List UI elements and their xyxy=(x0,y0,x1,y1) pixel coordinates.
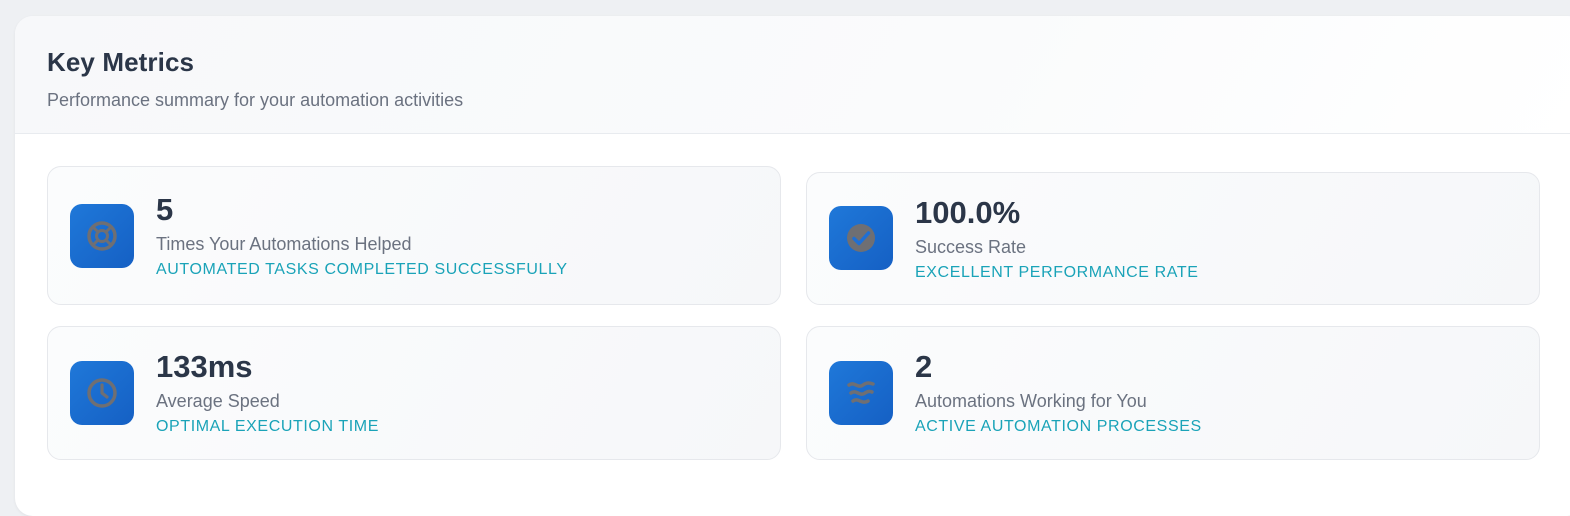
check-circle-icon xyxy=(829,206,893,270)
metric-label: Average Speed xyxy=(156,391,280,411)
clock-icon xyxy=(70,361,134,425)
metric-card-active-automations: 2 Automations Working for You ACTIVE AUT… xyxy=(806,326,1540,460)
metric-card-average-speed: 133ms Average Speed OPTIMAL EXECUTION TI… xyxy=(47,326,781,460)
metric-note: OPTIMAL EXECUTION TIME xyxy=(156,418,380,435)
metric-note: EXCELLENT PERFORMANCE RATE xyxy=(915,264,1199,281)
metric-label: Times Your Automations Helped xyxy=(156,234,412,254)
panel-subtitle: Performance summary for your automation … xyxy=(47,90,464,110)
metric-card-automations-helped: 5 Times Your Automations Helped AUTOMATE… xyxy=(47,166,781,305)
metric-value: 133ms xyxy=(156,349,253,384)
key-metrics-panel: Key Metrics Performance summary for your… xyxy=(15,16,1570,516)
wave-icon xyxy=(829,361,893,425)
metric-value: 2 xyxy=(915,349,933,384)
metric-label: Automations Working for You xyxy=(915,391,1147,411)
panel-title: Key Metrics xyxy=(47,47,195,77)
metric-note: AUTOMATED TASKS COMPLETED SUCCESSFULLY xyxy=(156,261,568,278)
panel-header: Key Metrics Performance summary for your… xyxy=(15,16,1570,134)
metric-value: 100.0% xyxy=(915,195,1021,230)
lifebuoy-icon xyxy=(70,204,134,268)
metric-label: Success Rate xyxy=(915,237,1027,257)
metric-value: 5 xyxy=(156,192,174,227)
metric-card-success-rate: 100.0% Success Rate EXCELLENT PERFORMANC… xyxy=(806,172,1540,305)
metric-note: ACTIVE AUTOMATION PROCESSES xyxy=(915,418,1202,435)
